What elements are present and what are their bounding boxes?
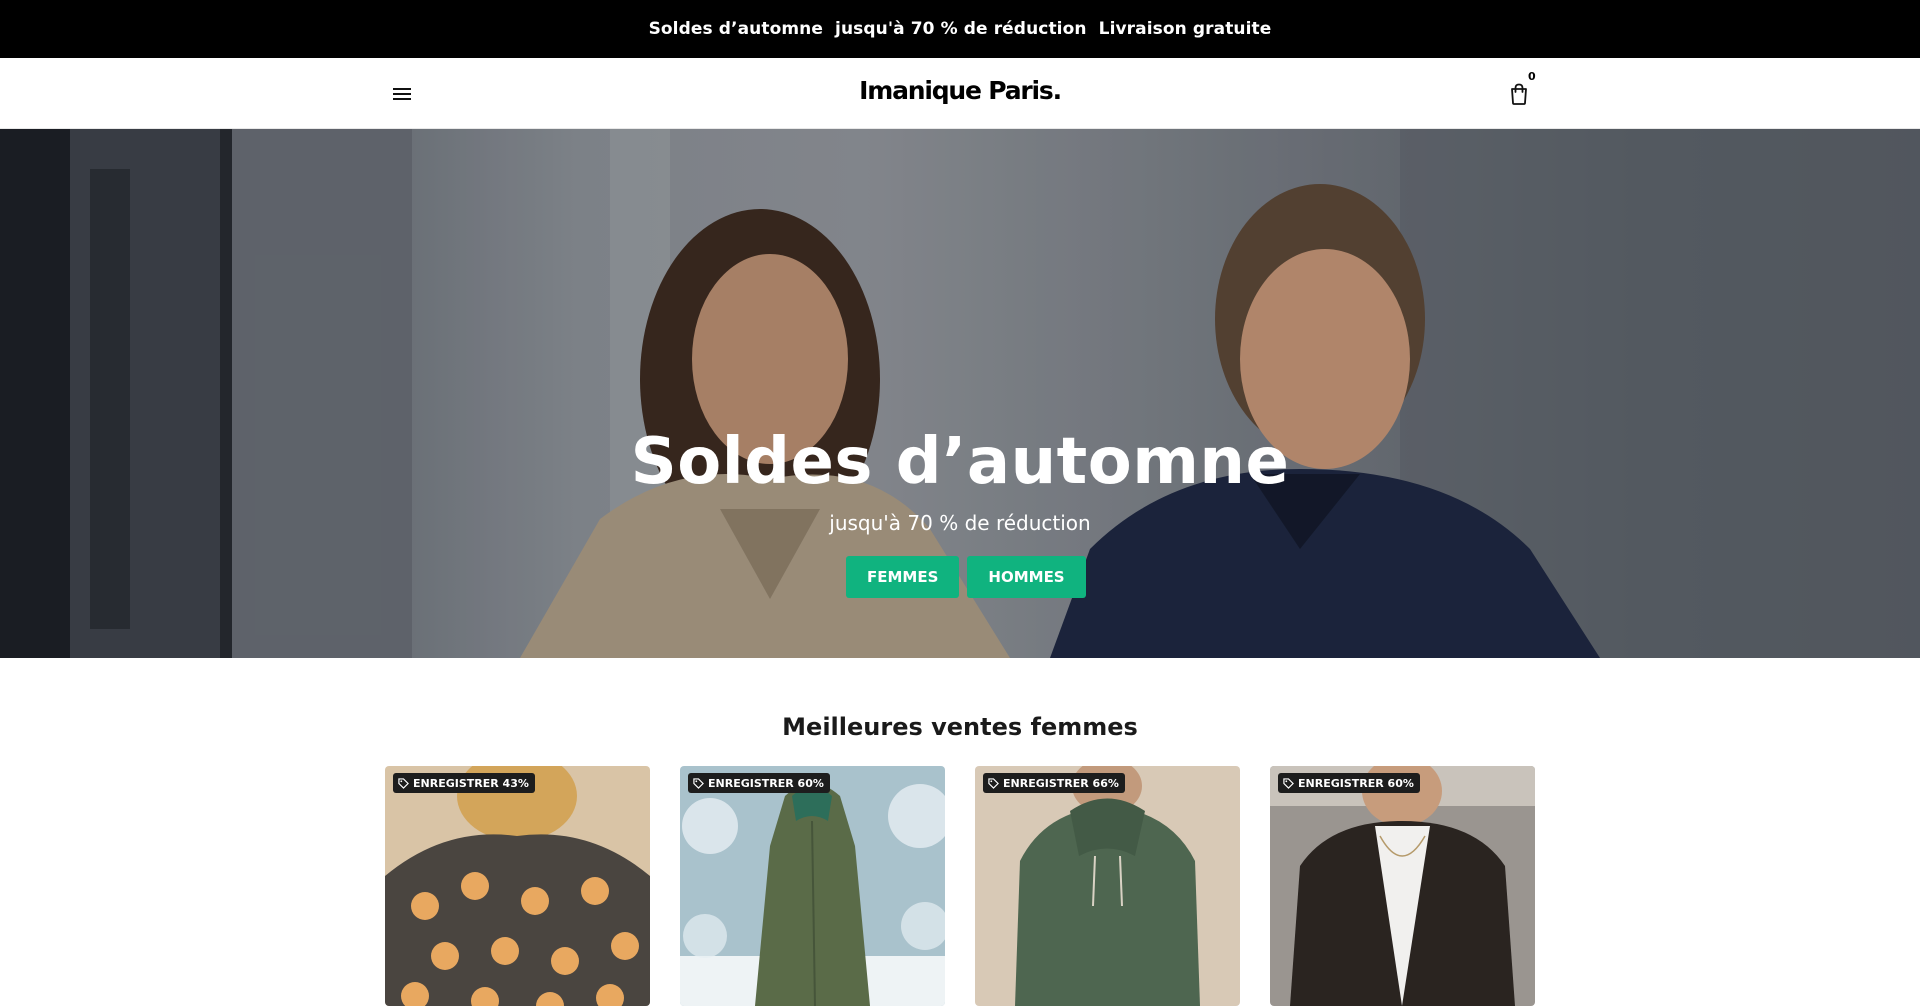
women-button[interactable]: FEMMES: [846, 556, 960, 598]
product-grid: ENREGISTRER 43% ENREGISTRER 60% ENREGIST…: [385, 766, 1535, 1006]
hero-subtitle: jusqu'à 70 % de réduction: [829, 511, 1091, 535]
men-button[interactable]: HOMMES: [967, 556, 1086, 598]
cart-button[interactable]: [1504, 79, 1534, 109]
product-image-green-coat: [680, 766, 945, 1006]
product-card[interactable]: ENREGISTRER 43%: [385, 766, 650, 1006]
discount-badge-label: ENREGISTRER 66%: [1003, 776, 1119, 790]
discount-badge: ENREGISTRER 66%: [983, 773, 1125, 793]
discount-badge-label: ENREGISTRER 60%: [1298, 776, 1414, 790]
brand-logo[interactable]: Imanique Paris.: [859, 76, 1062, 105]
product-card[interactable]: ENREGISTRER 60%: [1270, 766, 1535, 1006]
hamburger-menu-icon: [393, 88, 411, 100]
discount-badge: ENREGISTRER 60%: [688, 773, 830, 793]
shopping-bag-icon: [1511, 83, 1527, 105]
discount-badge: ENREGISTRER 43%: [393, 773, 535, 793]
discount-badge: ENREGISTRER 60%: [1278, 773, 1420, 793]
price-tag-icon: [988, 777, 999, 789]
product-image-green-hoodie: [975, 766, 1240, 1006]
price-tag-icon: [1283, 777, 1294, 789]
announcement-text: Soldes d’automne jusqu'à 70 % de réducti…: [648, 19, 1272, 39]
price-tag-icon: [693, 777, 704, 789]
discount-badge-label: ENREGISTRER 60%: [708, 776, 824, 790]
product-card[interactable]: ENREGISTRER 60%: [680, 766, 945, 1006]
announcement-bar: Soldes d’automne jusqu'à 70 % de réducti…: [0, 0, 1920, 58]
cart-count: 0: [1528, 70, 1536, 83]
product-image-leather-jacket: [1270, 766, 1535, 1006]
product-card[interactable]: ENREGISTRER 66%: [975, 766, 1240, 1006]
hero-buttons: FEMMES HOMMES: [846, 556, 1086, 598]
hero-title: Soldes d’automne: [630, 425, 1290, 499]
price-tag-icon: [398, 777, 409, 789]
product-image-floral-pullover: [385, 766, 650, 1006]
hero-banner: Soldes d’automne jusqu'à 70 % de réducti…: [0, 129, 1920, 658]
site-header: Imanique Paris. 0: [0, 58, 1920, 129]
menu-button[interactable]: [390, 82, 414, 106]
bestsellers-title: Meilleures ventes femmes: [782, 713, 1138, 741]
discount-badge-label: ENREGISTRER 43%: [413, 776, 529, 790]
